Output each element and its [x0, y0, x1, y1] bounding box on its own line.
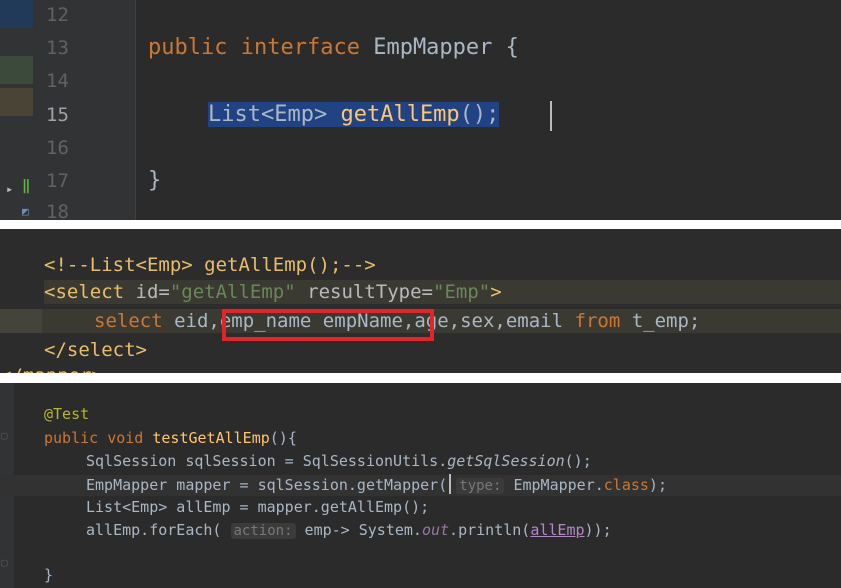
code-text: .println(: [449, 521, 531, 539]
gutter-stripe: [0, 56, 33, 84]
code-line-getmapper[interactable]: EmpMapper mapper = sqlSession.getMapper(…: [86, 475, 667, 497]
code-line-close-brace[interactable]: }: [148, 166, 161, 196]
method-params: ();: [459, 102, 500, 127]
editor-panel-test: ▢ ▢ @Test public void testGetAllEmp(){ S…: [0, 383, 841, 588]
code-line-method-decl[interactable]: List<Emp> getAllEmp();: [208, 100, 500, 130]
tag-close-bracket: >: [490, 281, 502, 303]
return-type: List<Emp>: [208, 102, 328, 127]
close-brace: }: [44, 566, 54, 584]
keyword-public: public: [148, 35, 228, 60]
test-method-name: testGetAllEmp: [152, 429, 270, 447]
line-number: 14: [46, 70, 69, 92]
xml-comment: <!--List<Emp> getAllEmp();-->: [44, 254, 376, 276]
line-number-current: 15: [46, 104, 69, 126]
mapper-close-line[interactable]: </mapper>: [0, 364, 103, 373]
static-method-call: getSqlSession: [447, 452, 565, 470]
code-text: ();: [564, 452, 592, 470]
highlight-box: [222, 309, 434, 341]
text-caret: [449, 474, 451, 494]
parameter-hint: type:: [456, 478, 505, 494]
code-line-foreach[interactable]: allEmp.forEach( action: emp-> System.out…: [86, 520, 612, 542]
code-text: emp-> System.: [304, 521, 422, 539]
resulttype-value: "Emp": [433, 281, 491, 303]
gutter-stripe: [0, 88, 33, 116]
code-text: ));: [584, 521, 612, 539]
id-attribute: id=: [135, 281, 170, 303]
sql-table-name: t_emp;: [631, 310, 701, 332]
select-tag-close: </select>: [44, 339, 147, 361]
close-brace: }: [148, 168, 162, 193]
select-tag-open: <select: [44, 281, 125, 303]
line-number: 18: [46, 201, 69, 220]
code-text: );: [648, 476, 667, 494]
line-number: 17: [46, 170, 69, 192]
code-text: EmpMapper mapper = sqlSession.getMapper(: [86, 476, 448, 494]
annotation-line[interactable]: @Test: [44, 404, 89, 425]
keyword-interface: interface: [240, 35, 360, 60]
editor-panel-interface: ▸ ‖ ◩ 12 13 14 15 16 17 18 public interf…: [0, 0, 841, 220]
keyword-public-void: public void: [44, 429, 144, 447]
gutter-separator: [135, 0, 136, 220]
test-annotation: @Test: [44, 405, 90, 423]
open-brace: {: [505, 35, 519, 60]
line-highlight-gutter: [0, 309, 42, 333]
static-field: out: [421, 521, 450, 539]
mapper-tag-close: </mapper>: [0, 365, 103, 373]
sql-columns-rest: age,sex,email: [414, 310, 564, 332]
xml-comment-line[interactable]: <!--List<Emp> getAllEmp();-->: [44, 253, 376, 277]
code-text: SqlSession sqlSession = SqlSessionUtils.: [86, 452, 448, 470]
line-number: 12: [46, 4, 69, 26]
signature-rest: (){: [269, 429, 297, 447]
line-number: 16: [46, 137, 69, 159]
code-text: List<Emp> allEmp = mapper.getAllEmp();: [86, 498, 430, 516]
line-number: 13: [46, 37, 69, 59]
sql-from-keyword: from: [574, 310, 621, 332]
gutter-bar-icon: ‖: [22, 178, 31, 194]
code-line-sqlsession[interactable]: SqlSession sqlSession = SqlSessionUtils.…: [86, 451, 592, 472]
run-icon[interactable]: ▸: [6, 182, 13, 196]
variable-reference: allEmp: [530, 521, 585, 539]
code-text: allEmp.forEach(: [86, 521, 222, 539]
code-line-getallemp[interactable]: List<Emp> allEmp = mapper.getAllEmp();: [86, 497, 429, 518]
interface-name: EmpMapper: [373, 35, 493, 60]
keyword-class: class: [603, 476, 649, 494]
gutter-stripe: [0, 0, 33, 28]
sql-select-keyword: select: [94, 310, 163, 332]
resulttype-attribute: resultType=: [307, 281, 433, 303]
method-signature-line[interactable]: public void testGetAllEmp(){: [44, 428, 297, 449]
fold-icon[interactable]: ▢: [1, 429, 8, 442]
editor-panel-mapper-xml: <!--List<Emp> getAllEmp();--> <select id…: [0, 229, 841, 373]
text-caret: [550, 101, 552, 131]
select-close-line[interactable]: </select>: [44, 338, 147, 362]
code-text: EmpMapper.: [513, 476, 604, 494]
fold-icon[interactable]: ▢: [1, 556, 8, 569]
code-line-interface-decl[interactable]: public interface EmpMapper {: [148, 33, 519, 63]
parameter-hint: action:: [230, 523, 296, 539]
close-brace-line[interactable]: }: [44, 565, 53, 586]
select-open-line[interactable]: <select id="getAllEmp" resultType="Emp">: [44, 280, 502, 304]
gutter-marker-icon: ◩: [22, 205, 29, 218]
line-gutter: ▸ ‖ ◩ 12 13 14 15 16 17 18: [0, 0, 135, 220]
id-value: "getAllEmp": [169, 281, 296, 303]
method-name: getAllEmp: [340, 102, 460, 127]
sql-column-eid: eid,: [174, 310, 220, 332]
